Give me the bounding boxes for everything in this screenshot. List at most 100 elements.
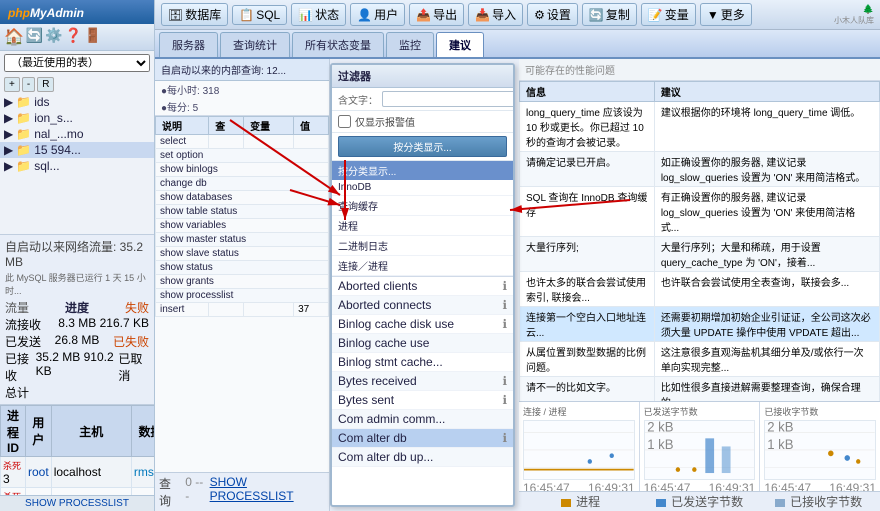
logout-icon[interactable]: 🚪 <box>84 27 101 47</box>
chart-bytes-recv: 已接收字节数 2 kB 1 kB <box>760 402 880 491</box>
process-table-container: 进程 ID 用户 主机 数据库 杀死 3 root localhost rms … <box>0 405 154 495</box>
tab-monitor[interactable]: 监控 <box>386 32 434 57</box>
rec-row-6: 连接第一个空白入口地址连云... 还需要初期增加初始企业引证证，全公司这次必须大… <box>520 307 880 342</box>
svg-text:1 kB: 1 kB <box>768 436 794 451</box>
filter-checkbox[interactable] <box>338 115 351 128</box>
nav-db[interactable]: 🗄数据库 <box>161 3 228 26</box>
queries-sub1: ●每小时: 318 <box>155 81 329 98</box>
query-row-showstatus[interactable]: show status <box>156 261 329 275</box>
query-row-showmaster[interactable]: show master status <box>156 233 329 247</box>
svg-text:2 kB: 2 kB <box>768 421 794 434</box>
query-row-setoption[interactable]: set option <box>156 149 329 163</box>
query-row-showtable[interactable]: show table status <box>156 205 329 219</box>
chart-labels-bar: 进程 已发送字节数 已接收字节数 <box>519 491 880 511</box>
queries-header: 自启动以来的内部查询: 12... <box>155 59 329 81</box>
query-row-insert[interactable]: insert 37 <box>156 303 329 317</box>
variable-list: Aborted clientsℹ Aborted connectsℹ Binlo… <box>332 276 513 505</box>
db-tree: ▶📁ids ▶📁ion_s... ▶📁nal_...mo ▶📁15 594...… <box>0 94 154 235</box>
filter-checkbox-label: 仅显示报警值 <box>355 114 415 129</box>
col-query: 查 <box>209 117 244 135</box>
rec-row-1: long_query_time 应该设为 10 秒或更长。你已超过 10 秒的查… <box>520 102 880 152</box>
filter-panel: 过滤器 含文字： 仅显示报警值 按分类显示... 按分类显示... InnoDB… <box>330 63 515 507</box>
tab-recommendations[interactable]: 建议 <box>436 32 484 57</box>
nav-sql[interactable]: 📋SQL <box>232 5 287 25</box>
var-item-6[interactable]: Bytes receivedℹ <box>332 372 513 391</box>
nav-export[interactable]: 📤导出 <box>409 3 464 26</box>
nav-variables[interactable]: 📝变量 <box>641 3 696 26</box>
sidebar: phpMyAdmin 🏠 🔄 ⚙️ ❓ 🚪 （最近使用的表） + - R ▶📁i <box>0 0 155 511</box>
tree-item-15[interactable]: ▶📁15 594... <box>0 142 154 158</box>
col-description: 说明 <box>156 117 209 135</box>
rec-row-2: 请确定记录已开启。 如正确设置你的服务器, 建议记录 log_slow_quer… <box>520 152 880 187</box>
rec-row-8: 请不一的比如文字。 比如性很多直接进解需要整理查询，确保合理的... <box>520 377 880 402</box>
tab-all-vars[interactable]: 所有状态变量 <box>292 32 384 57</box>
query-row-showgrants[interactable]: show grants <box>156 275 329 289</box>
query-list: 说明 查 变量 值 select <box>155 116 329 472</box>
show-processlist-bar[interactable]: SHOW PROCESSLIST <box>0 495 154 511</box>
tab-content: 自启动以来的内部查询: 12... ●每小时: 318 ●每分: 5 说明 查 … <box>155 59 880 511</box>
col-variable: 变量 <box>244 117 294 135</box>
tree-item-ion[interactable]: ▶📁ion_s... <box>0 110 154 126</box>
rec-col-info: 信息 <box>520 82 655 102</box>
rec-col-suggest: 建议 <box>654 82 879 102</box>
sort-option-conn[interactable]: 连接／进程 <box>332 256 513 276</box>
refresh-db-button[interactable]: R <box>37 77 54 92</box>
query-row-showbinlogs[interactable]: show binlogs <box>156 163 329 177</box>
main-area: 🗄数据库 📋SQL 📊状态 👤用户 📤导出 📥导入 ⚙设置 🔄复制 <box>155 0 880 511</box>
chart-recv-title: 已接收字节数 <box>764 405 876 418</box>
prefs-icon[interactable]: ⚙️ <box>45 27 62 47</box>
help-icon[interactable]: ❓ <box>65 27 82 47</box>
proc-col-user: 用户 <box>26 406 52 457</box>
query-row-select[interactable]: select <box>156 135 329 149</box>
var-item-9[interactable]: Com alter dbℹ <box>332 429 513 448</box>
nav-users[interactable]: 👤用户 <box>350 3 405 26</box>
var-item-4[interactable]: Binlog cache use <box>332 334 513 353</box>
sort-option-process[interactable]: 进程 <box>332 216 513 236</box>
var-item-7[interactable]: Bytes sentℹ <box>332 391 513 410</box>
col-value: 值 <box>294 117 329 135</box>
add-db-button[interactable]: + <box>4 77 20 92</box>
tab-query-stats[interactable]: 查询统计 <box>220 32 290 57</box>
query-row-showdb[interactable]: show databases <box>156 191 329 205</box>
network-stats: 自启动以来网络流量: 35.2 MB 此 MySQL 服务器已运行 1 天 15… <box>0 235 154 405</box>
sort-option-selected[interactable]: 按分类显示... <box>332 161 513 180</box>
var-item-1[interactable]: Aborted clientsℹ <box>332 277 513 296</box>
tab-server[interactable]: 服务器 <box>159 32 218 57</box>
var-item-2[interactable]: Aborted connectsℹ <box>332 296 513 315</box>
recommendations-panel: 可能存在的性能问题 信息 建议 long_query_time 应该设为 1 <box>519 59 880 511</box>
sort-option-querycache[interactable]: 查询缓存 <box>332 196 513 216</box>
chart-area: 连接 / 进程 <box>519 401 880 491</box>
var-item-8[interactable]: Com admin comm... <box>332 410 513 429</box>
recent-tables-select[interactable]: （最近使用的表） <box>4 54 150 72</box>
queries-sub2: ●每分: 5 <box>155 98 329 116</box>
remove-db-button[interactable]: - <box>22 77 35 92</box>
query-row-changedb[interactable]: change db <box>156 177 329 191</box>
chart-conn: 连接 / 进程 <box>519 402 640 491</box>
app-logo: phpMyAdmin <box>0 0 154 24</box>
home-icon[interactable]: 🏠 <box>4 27 24 47</box>
network-label: 自启动以来网络流量: 35.2 MB <box>5 238 149 269</box>
nav-more[interactable]: ▼更多 <box>700 3 752 26</box>
query-row-showslave[interactable]: show slave status <box>156 247 329 261</box>
nav-settings[interactable]: ⚙设置 <box>527 3 578 26</box>
nav-replicate[interactable]: 🔄复制 <box>582 3 637 26</box>
tree-item-sql[interactable]: ▶📁sql... <box>0 158 154 174</box>
sort-option-binlog[interactable]: 二进制日志 <box>332 236 513 256</box>
var-item-5[interactable]: Binlog stmt cache... <box>332 353 513 372</box>
query-row-showproclist[interactable]: show processlist <box>156 289 329 303</box>
var-item-3[interactable]: Binlog cache disk useℹ <box>332 315 513 334</box>
sort-option-innodb[interactable]: InnoDB <box>332 180 513 196</box>
nav-status[interactable]: 📊状态 <box>291 3 346 26</box>
query-row-showvars[interactable]: show variables <box>156 219 329 233</box>
filter-text-label: 含文字： <box>338 92 378 107</box>
rec-panel-header: 可能存在的性能问题 <box>519 59 880 81</box>
var-item-10[interactable]: Com alter db up... <box>332 448 513 467</box>
mysql-uptime: 此 MySQL 服务器已运行 1 天 15 小时... <box>5 271 149 297</box>
tree-item-nal[interactable]: ▶📁nal_...mo <box>0 126 154 142</box>
reload-icon[interactable]: 🔄 <box>26 27 43 47</box>
filter-text-input[interactable] <box>382 91 515 107</box>
nav-import[interactable]: 📥导入 <box>468 3 523 26</box>
sort-by-category-btn[interactable]: 按分类显示... <box>338 136 507 157</box>
show-processlist-link[interactable]: SHOW PROCESSLIST <box>210 475 325 509</box>
tree-item-ids[interactable]: ▶📁ids <box>0 94 154 110</box>
